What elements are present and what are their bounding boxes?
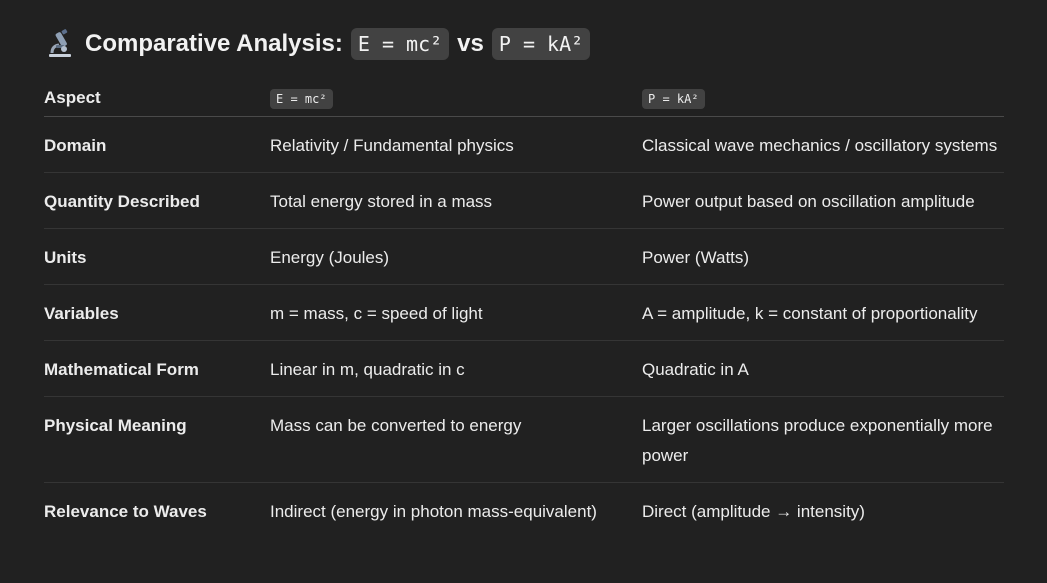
table-row: Relevance to Waves Indirect (energy in p…	[44, 483, 1004, 539]
row-aspect: Variables	[44, 284, 270, 341]
header-code-e: E = mc²	[270, 89, 333, 109]
row-p-value: Direct (amplitude → intensity)	[642, 502, 865, 521]
table-row: Units Energy (Joules) Power (Watts)	[44, 228, 1004, 285]
table-row: Quantity Described Total energy stored i…	[44, 172, 1004, 229]
header-e-mc2: E = mc²	[270, 80, 642, 117]
header-code-p: P = kA²	[642, 89, 705, 109]
row-p-value: A = amplitude, k = constant of proportio…	[642, 284, 1004, 341]
row-aspect: Quantity Described	[44, 172, 270, 229]
microscope-icon	[46, 29, 74, 59]
row-p-value: Larger oscillations produce exponentiall…	[642, 396, 1004, 483]
page-title: Comparative Analysis: E = mc² vs P = kA²	[46, 28, 598, 60]
row-e-value: Total energy stored in a mass	[270, 172, 642, 229]
header-aspect: Aspect	[44, 80, 270, 117]
row-e-value: Energy (Joules)	[270, 228, 642, 285]
header-p-ka2: P = kA²	[642, 80, 1004, 117]
title-text: Comparative Analysis:	[85, 30, 343, 57]
equation-code-p: P = kA²	[491, 28, 591, 60]
row-aspect: Relevance to Waves	[44, 502, 207, 521]
row-p-value: Power output based on oscillation amplit…	[642, 172, 1004, 229]
table-row: Variables m = mass, c = speed of light A…	[44, 284, 1004, 341]
row-aspect: Domain	[44, 116, 270, 173]
row-e-value: Mass can be converted to energy	[270, 396, 642, 483]
row-aspect: Units	[44, 228, 270, 285]
table-row: Physical Meaning Mass can be converted t…	[44, 396, 1004, 483]
table-header-row: Aspect E = mc² P = kA²	[44, 80, 1004, 117]
vs-text: vs	[457, 30, 484, 57]
row-p-value: Power (Watts)	[642, 228, 1004, 285]
row-aspect: Mathematical Form	[44, 340, 270, 397]
row-p-value: Classical wave mechanics / oscillatory s…	[642, 116, 1004, 173]
row-p-value: Quadratic in A	[642, 340, 1004, 397]
comparison-table: Aspect E = mc² P = kA² Domain Relativity…	[44, 80, 1004, 538]
table-row: Domain Relativity / Fundamental physics …	[44, 116, 1004, 173]
row-e-value: Linear in m, quadratic in c	[270, 340, 642, 397]
equation-code-e: E = mc²	[350, 28, 450, 60]
row-e-value: Indirect (energy in photon mass-equivale…	[270, 502, 597, 521]
table-row: Mathematical Form Linear in m, quadratic…	[44, 340, 1004, 397]
row-aspect: Physical Meaning	[44, 396, 270, 483]
row-e-value: m = mass, c = speed of light	[270, 284, 642, 341]
row-e-value: Relativity / Fundamental physics	[270, 116, 642, 173]
